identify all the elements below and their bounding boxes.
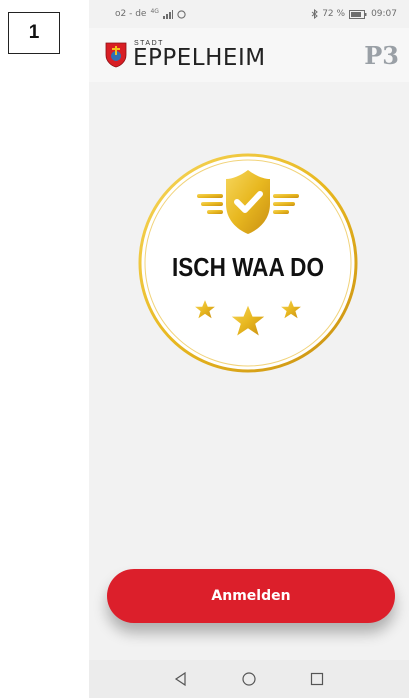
brand-name: EPPELHEIM: [133, 45, 266, 71]
step-number-box: 1: [8, 12, 60, 54]
brand-logo: STADT EPPELHEIM: [105, 40, 266, 70]
clock: 09:07: [371, 9, 397, 19]
back-triangle-icon[interactable]: [172, 670, 190, 688]
main-content: ISCH WAA DO Anmelden: [89, 82, 409, 660]
whatsapp-icon: [177, 9, 186, 19]
badge-text: ISCH WAA DO: [172, 252, 324, 282]
isch-waa-do-badge: ISCH WAA DO: [138, 153, 358, 373]
system-navigation-bar: [89, 660, 409, 698]
battery-icon: [349, 9, 367, 19]
status-bar: o2 - de 4G 72 % 09:07: [89, 0, 409, 28]
city-crest-icon: [105, 42, 127, 68]
carrier-label: o2 - de: [115, 9, 147, 19]
battery-percent: 72 %: [322, 9, 346, 19]
phone-screen: o2 - de 4G 72 % 09:07 STADT EPPELHEIM P3…: [89, 0, 409, 698]
step-number: 1: [28, 22, 40, 43]
recents-square-icon[interactable]: [308, 670, 326, 688]
signal-icon: [162, 9, 173, 19]
login-button[interactable]: Anmelden: [107, 569, 395, 623]
home-circle-icon[interactable]: [240, 670, 258, 688]
bluetooth-icon: [311, 9, 318, 19]
network-label: 4G: [150, 7, 159, 15]
partner-logo: P3: [364, 40, 399, 70]
app-header: STADT EPPELHEIM P3: [89, 28, 409, 82]
